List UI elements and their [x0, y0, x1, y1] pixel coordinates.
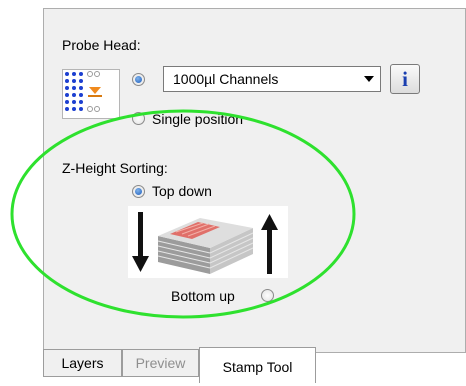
tab-layers-label: Layers	[61, 355, 104, 371]
tab-preview: Preview	[122, 349, 199, 377]
tab-stamp-tool-label: Stamp Tool	[222, 359, 293, 375]
tab-layers[interactable]: Layers	[43, 349, 122, 377]
tab-stamp-tool[interactable]: Stamp Tool	[199, 347, 316, 383]
highlight-ellipse	[10, 109, 356, 319]
tab-preview-label: Preview	[135, 355, 186, 371]
